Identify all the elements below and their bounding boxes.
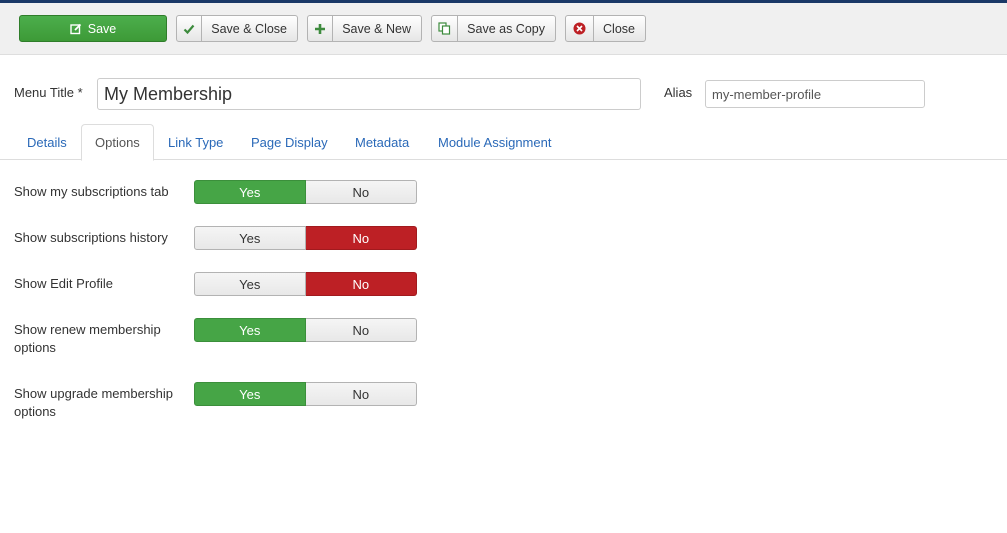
tab-bar: Details Options Link Type Page Display M… [0, 124, 1007, 161]
yes-no-toggle[interactable]: Yes No [194, 226, 417, 250]
save-button-label: Save [87, 21, 117, 36]
toggle-no-button[interactable]: No [305, 382, 417, 406]
alias-input[interactable]: my-member-profile [705, 80, 925, 108]
toggle-no-button[interactable]: No [305, 180, 417, 204]
toggle-yes-button[interactable]: Yes [194, 382, 306, 406]
toggle-no-button[interactable]: No [305, 318, 417, 342]
edit-icon [70, 23, 81, 34]
close-label: Close [603, 21, 635, 36]
tab-options[interactable]: Options [81, 124, 154, 161]
alias-label: Alias [664, 85, 693, 100]
yes-no-toggle[interactable]: Yes No [194, 318, 417, 342]
toggle-no-button[interactable]: No [305, 272, 417, 296]
option-label: Show Edit Profile [14, 276, 113, 291]
tab-link-type[interactable]: Link Type [155, 124, 236, 160]
toggle-yes-button[interactable]: Yes [194, 180, 306, 204]
close-icon [566, 16, 595, 41]
toggle-yes-button[interactable]: Yes [194, 318, 306, 342]
yes-no-toggle[interactable]: Yes No [194, 180, 417, 204]
option-label: Show upgrade membership options [14, 386, 173, 419]
save-new-button[interactable]: Save & New [307, 15, 422, 42]
check-icon [177, 16, 203, 41]
close-button[interactable]: Close [565, 15, 646, 42]
tab-details[interactable]: Details [14, 124, 80, 160]
save-copy-label: Save as Copy [467, 21, 545, 36]
toggle-yes-button[interactable]: Yes [194, 226, 306, 250]
save-new-label: Save & New [342, 21, 411, 36]
tab-module-assignment[interactable]: Module Assignment [425, 124, 564, 160]
plus-icon [308, 16, 334, 41]
menu-title-label: Menu Title * [14, 85, 83, 100]
tab-page-display[interactable]: Page Display [238, 124, 341, 160]
copy-icon [432, 16, 459, 41]
menu-title-input[interactable]: My Membership [97, 78, 641, 110]
option-label: Show subscriptions history [14, 230, 168, 245]
save-close-label: Save & Close [211, 21, 287, 36]
option-label: Show renew membership options [14, 322, 161, 355]
save-copy-button[interactable]: Save as Copy [431, 15, 556, 42]
yes-no-toggle[interactable]: Yes No [194, 382, 417, 406]
option-label: Show my subscriptions tab [14, 184, 169, 199]
save-close-button[interactable]: Save & Close [176, 15, 298, 42]
save-button[interactable]: Save [19, 15, 167, 42]
tab-metadata[interactable]: Metadata [342, 124, 422, 160]
yes-no-toggle[interactable]: Yes No [194, 272, 417, 296]
toolbar: Save Save & Close Save & New Save as Cop… [0, 3, 1007, 55]
toggle-no-button[interactable]: No [305, 226, 417, 250]
toggle-yes-button[interactable]: Yes [194, 272, 306, 296]
